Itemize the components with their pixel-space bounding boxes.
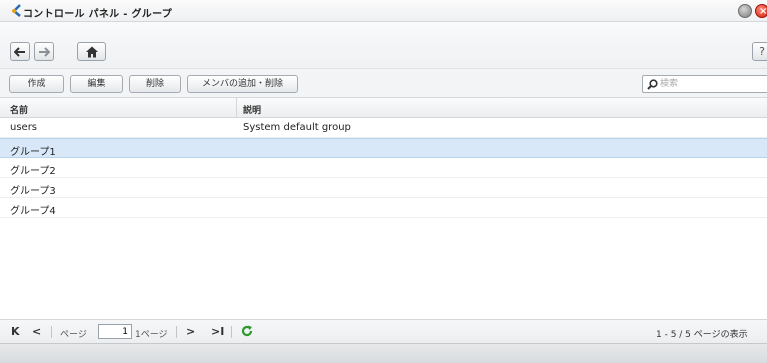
prev-page-icon[interactable]: < bbox=[32, 325, 41, 338]
total-pages-label: 1ページ bbox=[135, 330, 168, 340]
window-title: コントロール パネル - グループ bbox=[23, 9, 173, 20]
pager-separator bbox=[231, 326, 232, 338]
search-icon bbox=[647, 79, 658, 90]
column-header-name[interactable]: 名前 bbox=[10, 103, 28, 116]
back-arrow-icon bbox=[14, 46, 25, 57]
status-bar bbox=[0, 343, 767, 363]
search-field[interactable] bbox=[642, 75, 767, 93]
group-name: グループ4 bbox=[10, 206, 56, 217]
page-label: ページ bbox=[60, 330, 87, 340]
table-row[interactable]: グループ3 bbox=[0, 178, 767, 198]
table-row[interactable]: グループ1 bbox=[0, 138, 767, 158]
navigation-bar: ? bbox=[0, 22, 767, 68]
column-header-description[interactable]: 説明 bbox=[243, 103, 261, 116]
group-list: users System default group グループ1 グループ2 グ… bbox=[0, 118, 767, 319]
refresh-icon[interactable] bbox=[241, 325, 253, 337]
column-divider[interactable] bbox=[236, 98, 237, 118]
create-button[interactable]: 作成 bbox=[9, 75, 64, 93]
pager-separator bbox=[51, 326, 52, 338]
pagination-bar: K < ページ 1ページ > >I 1 - 5 / 5 ページの表示 bbox=[0, 319, 767, 343]
control-panel-icon bbox=[12, 4, 21, 17]
home-icon bbox=[85, 46, 98, 57]
control-panel-window: コントロール パネル - グループ × ? 作成 編集 削除 メンバの追加・削除 bbox=[0, 0, 767, 363]
first-page-icon[interactable]: K bbox=[11, 325, 20, 338]
title-bar: コントロール パネル - グループ × bbox=[0, 0, 767, 22]
page-info: 1 - 5 / 5 ページの表示 bbox=[656, 330, 748, 340]
window-close-button[interactable]: × bbox=[755, 4, 767, 18]
table-row[interactable]: グループ2 bbox=[0, 158, 767, 178]
edit-button[interactable]: 編集 bbox=[70, 75, 123, 93]
delete-button[interactable]: 削除 bbox=[129, 75, 181, 93]
table-row[interactable]: グループ4 bbox=[0, 198, 767, 218]
table-row[interactable]: users System default group bbox=[0, 118, 767, 138]
grid-header: 名前 説明 bbox=[0, 98, 767, 118]
last-page-icon[interactable]: >I bbox=[211, 325, 224, 338]
help-button[interactable]: ? bbox=[752, 42, 767, 61]
page-number-input[interactable] bbox=[98, 324, 132, 339]
add-remove-members-button[interactable]: メンバの追加・削除 bbox=[187, 75, 298, 93]
forward-button[interactable] bbox=[34, 42, 54, 61]
group-name: グループ3 bbox=[10, 186, 56, 197]
group-name: グループ1 bbox=[10, 147, 56, 158]
search-input[interactable] bbox=[660, 77, 765, 91]
next-page-icon[interactable]: > bbox=[186, 325, 195, 338]
home-button[interactable] bbox=[77, 42, 106, 61]
close-icon: × bbox=[759, 6, 767, 17]
forward-arrow-icon bbox=[39, 46, 50, 57]
group-description: System default group bbox=[243, 122, 351, 133]
window-help-button[interactable] bbox=[738, 4, 752, 18]
action-toolbar: 作成 編集 削除 メンバの追加・削除 bbox=[0, 68, 767, 98]
pager-separator bbox=[176, 326, 177, 338]
group-name: グループ2 bbox=[10, 166, 56, 177]
group-name: users bbox=[10, 122, 38, 133]
back-button[interactable] bbox=[10, 42, 30, 61]
